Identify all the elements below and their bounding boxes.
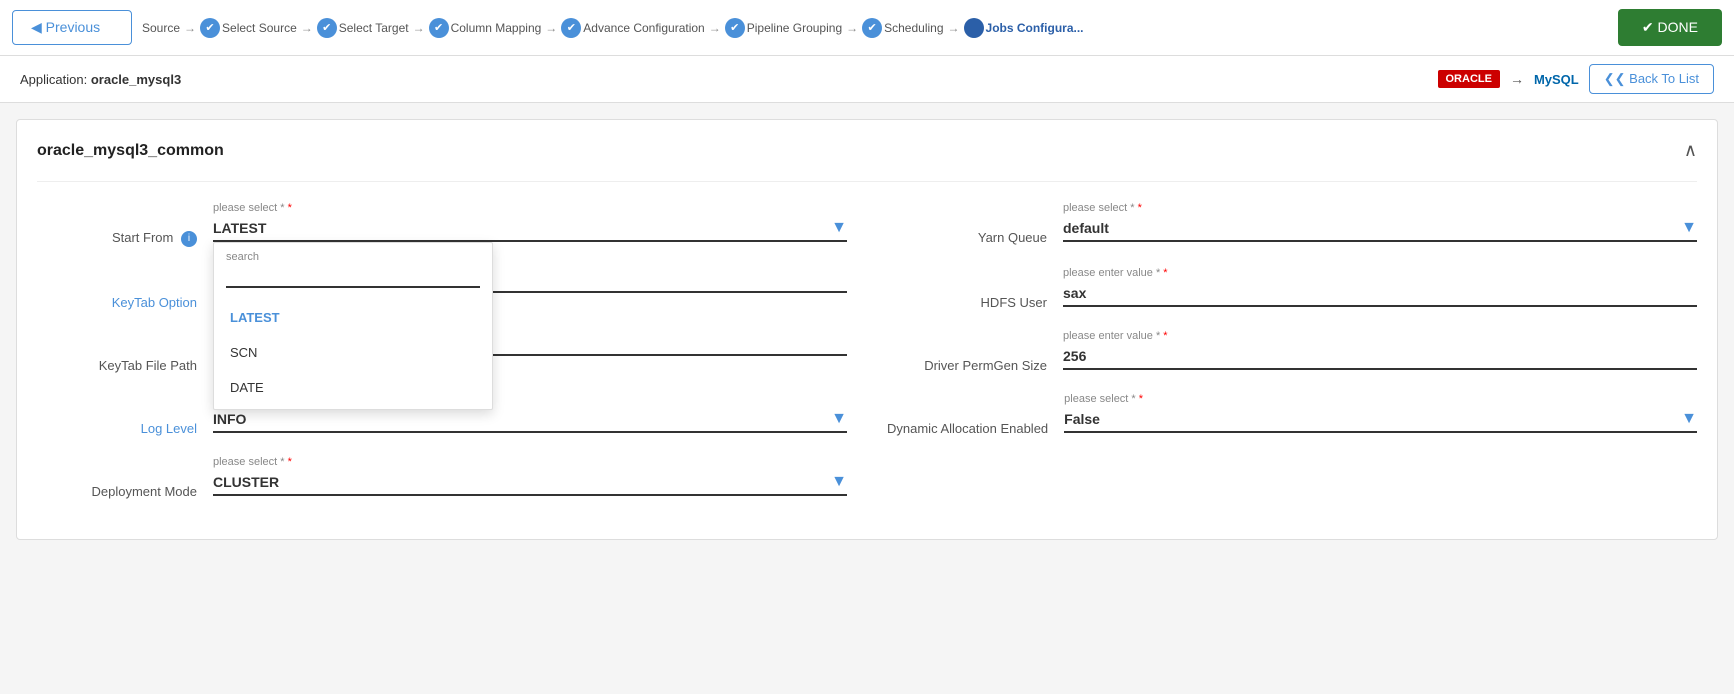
keytab-file-path-label: KeyTab File Path: [37, 330, 197, 373]
header: ◀ Previous Source → ✔ Select Source → ✔ …: [0, 0, 1734, 56]
dynamic-allocation-label: Dynamic Allocation Enabled: [887, 393, 1048, 436]
log-level-select[interactable]: INFO ▼: [213, 407, 847, 433]
start-from-group: Start From i please select * LATEST ▼: [37, 202, 847, 247]
driver-permgen-field: please enter value *: [1063, 330, 1697, 370]
driver-permgen-label: Driver PermGen Size: [887, 330, 1047, 373]
app-label: Application:: [20, 72, 87, 87]
app-name: oracle_mysql3: [91, 72, 181, 87]
app-info: Application: oracle_mysql3: [20, 72, 181, 87]
yarn-queue-label: Yarn Queue: [887, 202, 1047, 245]
card-title: oracle_mysql3_common: [37, 142, 224, 160]
deployment-mode-hint: please select *: [213, 456, 847, 468]
deployment-mode-group: Deployment Mode please select * CLUSTER …: [37, 456, 847, 499]
start-from-label: Start From i: [37, 202, 197, 247]
dropdown-search-area: search: [214, 243, 492, 296]
start-from-hint: please select *: [213, 202, 847, 214]
dropdown-options: LATEST SCN DATE: [214, 296, 492, 409]
dropdown-option-date[interactable]: DATE: [214, 370, 492, 405]
oracle-badge: ORACLE: [1438, 70, 1500, 88]
dynamic-allocation-select[interactable]: False ▼: [1064, 407, 1697, 433]
dropdown-option-scn[interactable]: SCN: [214, 335, 492, 370]
step-jobs-config: Jobs Configura...: [986, 21, 1084, 35]
dropdown-search-label: search: [226, 251, 480, 263]
step-select-source: Select Source: [222, 21, 297, 35]
yarn-queue-select-wrapper: default ▼: [1063, 216, 1697, 242]
deployment-mode-label: Deployment Mode: [37, 456, 197, 499]
step-select-target: Select Target: [339, 21, 409, 35]
dropdown-option-latest[interactable]: LATEST: [214, 300, 492, 335]
main-content: oracle_mysql3_common ∧ Start From i plea…: [0, 103, 1734, 556]
dynamic-allocation-select-wrapper: False ▼: [1064, 407, 1697, 433]
hdfs-user-input[interactable]: [1063, 281, 1697, 307]
step-circle-select-source: ✔: [200, 18, 220, 38]
start-from-dropdown: search LATEST SCN DATE: [213, 242, 493, 410]
step-circle-scheduling: ✔: [862, 18, 882, 38]
form-row-1: Start From i please select * LATEST ▼: [37, 202, 1697, 247]
log-level-chevron: ▼: [831, 410, 847, 428]
step-pipeline-grouping: Pipeline Grouping: [747, 21, 842, 35]
keytab-option-label: KeyTab Option: [37, 267, 197, 310]
yarn-queue-chevron: ▼: [1681, 219, 1697, 237]
yarn-queue-hint: please select *: [1063, 202, 1697, 214]
card-header: oracle_mysql3_common ∧: [37, 140, 1697, 161]
yarn-queue-select[interactable]: default ▼: [1063, 216, 1697, 242]
dynamic-allocation-group: Dynamic Allocation Enabled please select…: [887, 393, 1697, 436]
dynamic-allocation-field: please select * False ▼: [1064, 393, 1697, 433]
dropdown-search-input[interactable]: [226, 267, 480, 288]
dynamic-allocation-chevron: ▼: [1681, 410, 1697, 428]
form-section: Start From i please select * LATEST ▼: [37, 181, 1697, 499]
step-circle-select-target: ✔: [317, 18, 337, 38]
step-circle-pipeline-grouping: ✔: [725, 18, 745, 38]
step-column-mapping: Column Mapping: [451, 21, 542, 35]
start-from-select-wrapper: LATEST ▼ search LATEST: [213, 216, 847, 242]
form-row-5: Deployment Mode please select * CLUSTER …: [37, 456, 1697, 499]
step-circle-advance-config: ✔: [561, 18, 581, 38]
connector-arrow: →: [1510, 71, 1524, 87]
yarn-queue-group: Yarn Queue please select * default ▼: [887, 202, 1697, 245]
start-from-info-icon[interactable]: i: [181, 231, 197, 247]
config-card: oracle_mysql3_common ∧ Start From i plea…: [16, 119, 1718, 540]
step-advance-config: Advance Configuration: [583, 21, 704, 35]
driver-permgen-input[interactable]: [1063, 344, 1697, 370]
dynamic-allocation-hint: please select *: [1064, 393, 1697, 405]
collapse-button[interactable]: ∧: [1684, 140, 1697, 161]
step-scheduling: Scheduling: [884, 21, 943, 35]
log-level-label: Log Level: [37, 393, 197, 436]
driver-permgen-hint: please enter value *: [1063, 330, 1697, 342]
start-from-select[interactable]: LATEST ▼: [213, 216, 847, 242]
sub-header: Application: oracle_mysql3 ORACLE → MySQ…: [0, 56, 1734, 103]
back-to-list-button[interactable]: ❮❮ Back To List: [1589, 64, 1714, 94]
log-level-select-wrapper: INFO ▼: [213, 407, 847, 433]
sub-header-right: ORACLE → MySQL ❮❮ Back To List: [1438, 64, 1715, 94]
stepper: Source → ✔ Select Source → ✔ Select Targ…: [142, 18, 1608, 38]
deployment-mode-field: please select * CLUSTER ▼: [213, 456, 847, 496]
done-button[interactable]: ✔ DONE: [1618, 9, 1722, 46]
mysql-badge: MySQL: [1534, 72, 1579, 87]
step-circle-column-mapping: ✔: [429, 18, 449, 38]
hdfs-user-group: HDFS User please enter value *: [887, 267, 1697, 310]
step-circle-jobs-config: [964, 18, 984, 38]
deployment-mode-select-wrapper: CLUSTER ▼: [213, 470, 847, 496]
start-from-chevron: ▼: [831, 219, 847, 237]
yarn-queue-field: please select * default ▼: [1063, 202, 1697, 242]
driver-permgen-group: Driver PermGen Size please enter value *: [887, 330, 1697, 373]
hdfs-user-label: HDFS User: [887, 267, 1047, 310]
step-source: Source: [142, 21, 180, 35]
deployment-mode-select[interactable]: CLUSTER ▼: [213, 470, 847, 496]
deployment-mode-chevron: ▼: [831, 473, 847, 491]
previous-button[interactable]: ◀ Previous: [12, 10, 132, 45]
start-from-field: please select * LATEST ▼ search: [213, 202, 847, 242]
hdfs-user-field: please enter value *: [1063, 267, 1697, 307]
hdfs-user-hint: please enter value *: [1063, 267, 1697, 279]
